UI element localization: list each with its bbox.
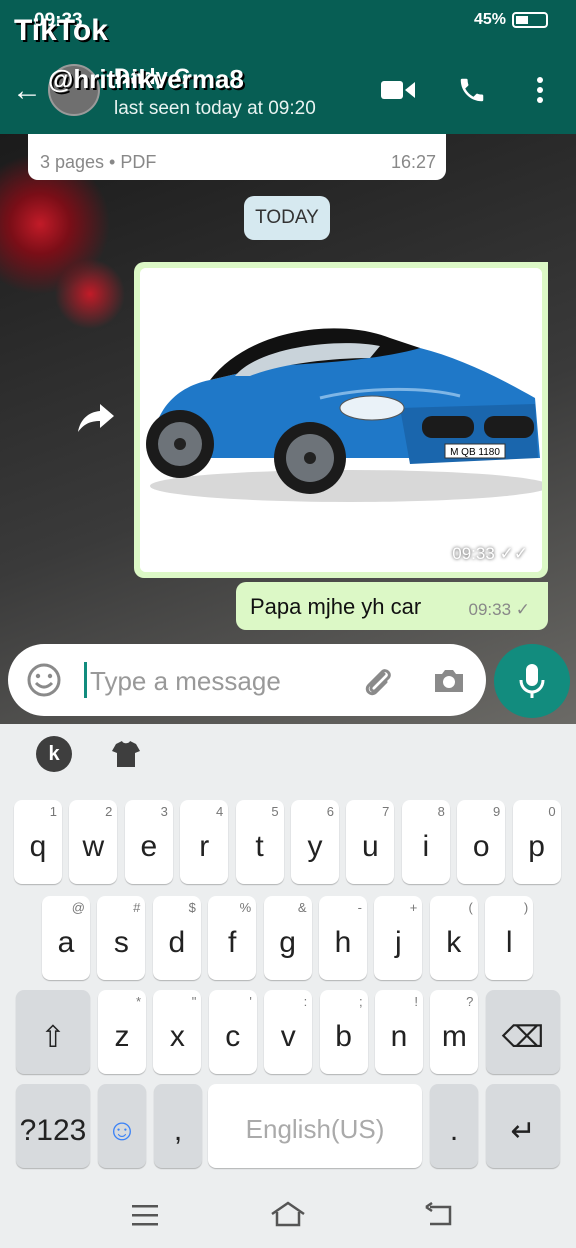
- car-plate: M QB 1180: [450, 447, 500, 458]
- key-x[interactable]: " x: [153, 990, 202, 1074]
- period-key[interactable]: .: [430, 1084, 478, 1168]
- forward-icon[interactable]: [76, 402, 116, 434]
- key-o[interactable]: 9o: [457, 800, 506, 884]
- message-input-bar[interactable]: Type a message: [8, 644, 486, 716]
- more-vert-icon[interactable]: [520, 74, 560, 106]
- backspace-key[interactable]: ⌫: [486, 990, 560, 1074]
- key-g[interactable]: & g: [263, 896, 312, 980]
- message-text: Papa mjhe yh car: [250, 594, 422, 619]
- text-message[interactable]: Papa mjhe yh car 09:33 ✓: [236, 582, 548, 630]
- tiktok-username: @hrithikverma8: [48, 64, 244, 94]
- key-v[interactable]: :v: [264, 990, 313, 1074]
- attach-icon[interactable]: [360, 664, 394, 698]
- comma-key[interactable]: ,: [154, 1084, 202, 1168]
- tiktok-logo: TikTok: [14, 14, 108, 47]
- key-w[interactable]: 2w: [69, 800, 118, 884]
- key-r[interactable]: 4r: [180, 800, 229, 884]
- message-input[interactable]: Type a message: [90, 666, 281, 697]
- pdf-message[interactable]: 3 pages • PDF 16:27: [28, 134, 446, 180]
- battery-icon: [512, 12, 548, 28]
- pdf-info: 3 pages • PDF: [40, 152, 157, 172]
- key-y[interactable]: 6y: [291, 800, 339, 884]
- mic-button[interactable]: [494, 644, 570, 718]
- key-t[interactable]: 5t: [235, 800, 284, 884]
- pdf-time: 16:27: [390, 152, 436, 172]
- key-f[interactable]: % f: [208, 896, 257, 980]
- key-z[interactable]: * z: [98, 990, 146, 1074]
- chat-area[interactable]: 3 pages • PDF 16:27 TODAY M QB 1180 09:3…: [0, 134, 576, 724]
- key-n[interactable]: ! n: [375, 990, 423, 1074]
- key-p[interactable]: 0p: [512, 800, 561, 884]
- mic-icon: [519, 664, 545, 698]
- message-time: 09:33 ✓: [468, 600, 530, 619]
- back-icon[interactable]: [424, 1202, 454, 1228]
- key-b[interactable]: ; b: [319, 990, 368, 1074]
- navigation-bar: [0, 1182, 576, 1248]
- image-message[interactable]: M QB 1180 09:33 ✓✓: [134, 262, 548, 578]
- home-icon[interactable]: [270, 1200, 306, 1228]
- camera-icon[interactable]: [432, 664, 466, 698]
- space-key[interactable]: English(US): [208, 1084, 422, 1168]
- key-e[interactable]: 3e: [124, 800, 173, 884]
- back-arrow-icon[interactable]: ←: [12, 74, 42, 108]
- theme-shirt-icon[interactable]: [108, 736, 144, 772]
- key-q[interactable]: 1q: [14, 800, 62, 884]
- key-k[interactable]: (k: [429, 896, 478, 980]
- menu-icon[interactable]: [130, 1202, 160, 1228]
- date-chip: TODAY: [244, 196, 330, 240]
- last-seen: last seen today at 09:20: [114, 98, 316, 119]
- keyboard-logo-icon[interactable]: k: [36, 736, 72, 772]
- key-c[interactable]: ' c: [208, 990, 257, 1074]
- text-caret: [84, 662, 87, 698]
- symbols-key[interactable]: ?123: [16, 1084, 90, 1168]
- enter-key[interactable]: ↵: [486, 1084, 560, 1168]
- phone-icon[interactable]: [452, 74, 492, 106]
- video-call-icon[interactable]: [378, 74, 418, 106]
- key-j[interactable]: + j: [374, 896, 423, 980]
- key-u[interactable]: 7u: [346, 800, 395, 884]
- car-image[interactable]: M QB 1180: [140, 268, 542, 572]
- battery-percent: 45%: [473, 11, 506, 28]
- key-a[interactable]: @ a: [42, 896, 90, 980]
- emoji-key[interactable]: ☺: [98, 1084, 146, 1168]
- emoji-icon[interactable]: [26, 662, 62, 698]
- keyboard[interactable]: k 1 q 2 w 3 e 4 r 5 t 6 y 7 u 8 i 9 o 0 p @ a # s $ d% f & g - h + j(k) l…: [0, 724, 576, 1182]
- key-h[interactable]: -h: [319, 896, 367, 980]
- key-i[interactable]: 8i: [401, 800, 450, 884]
- key-m[interactable]: ? m: [430, 990, 479, 1074]
- image-time: 09:33 ✓✓: [452, 544, 528, 563]
- key-s[interactable]: # s: [97, 896, 146, 980]
- key-d[interactable]: $ d: [152, 896, 201, 980]
- key-l[interactable]: ) l: [485, 896, 534, 980]
- shift-key[interactable]: ⇧: [16, 990, 90, 1074]
